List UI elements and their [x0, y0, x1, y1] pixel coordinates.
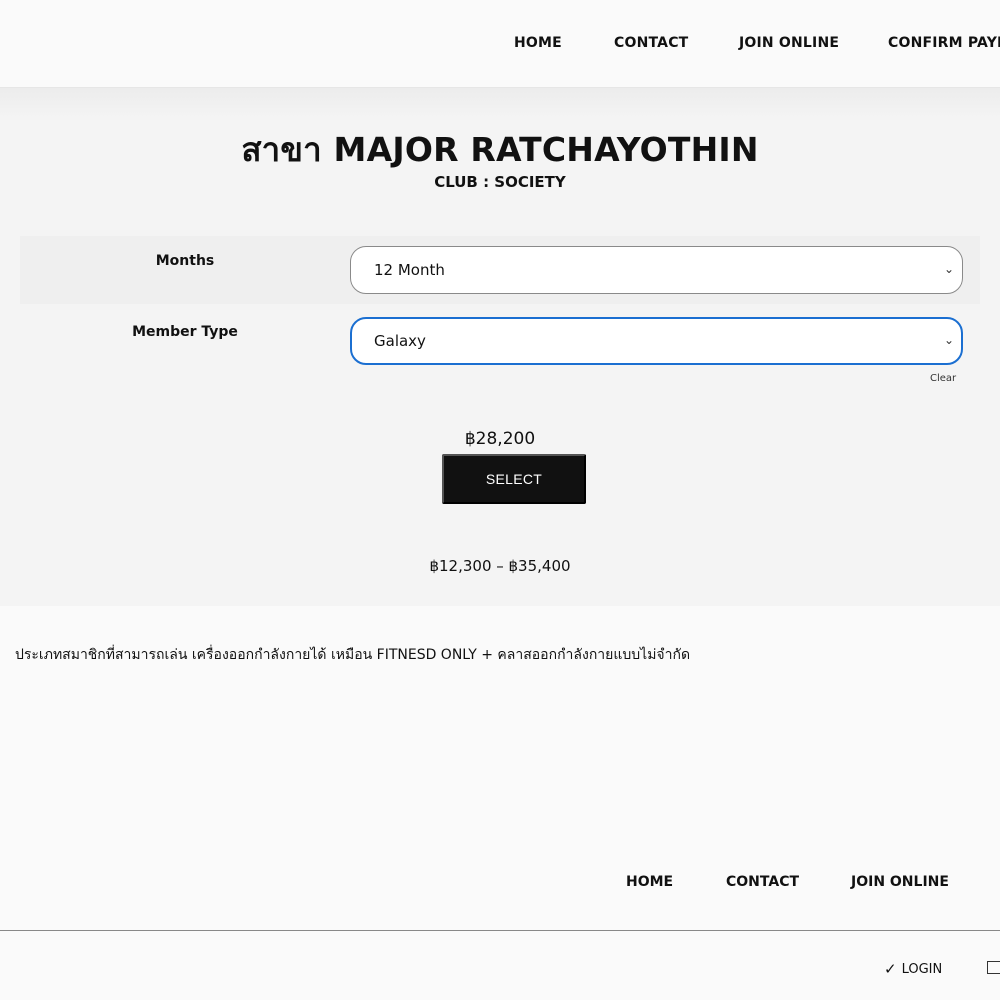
product-description: ประเภทสมาชิกที่สามารถเล่น เครื่องออกกำลั…: [15, 647, 691, 663]
nav-home[interactable]: HOME: [514, 35, 562, 51]
branch-title: สาขา MAJOR RATCHAYOTHIN: [241, 130, 759, 169]
login-label: LOGIN: [901, 961, 943, 977]
top-navigation: HOME CONTACT JOIN ONLINE CONFIRM PAYM: [0, 0, 1000, 88]
nav-contact[interactable]: CONTACT: [614, 35, 688, 51]
member-type-label: Member Type: [132, 324, 238, 340]
member-type-value: Galaxy: [374, 332, 426, 350]
months-label: Months: [155, 253, 215, 269]
footer-nav-home[interactable]: HOME: [626, 874, 673, 890]
footer-nav-join-online[interactable]: JOIN ONLINE: [851, 874, 949, 890]
footer-nav-contact[interactable]: CONTACT: [726, 874, 799, 890]
footer-divider: [0, 930, 1000, 931]
price-range: ฿12,300 – ฿35,400: [429, 557, 571, 575]
selected-price: ฿28,200: [464, 429, 536, 449]
nav-join-online[interactable]: JOIN ONLINE: [739, 35, 839, 51]
select-button[interactable]: SELECT: [442, 454, 586, 504]
member-type-select[interactable]: Galaxy ⌄: [350, 317, 963, 365]
nav-confirm-payment[interactable]: CONFIRM PAYM: [888, 35, 1000, 51]
months-select[interactable]: 12 Month ⌄: [350, 246, 963, 294]
chevron-down-icon: ⌄: [944, 333, 955, 347]
section-shadow: [0, 88, 1000, 118]
clear-link[interactable]: Clear: [930, 373, 956, 384]
club-name: CLUB : SOCIETY: [434, 173, 566, 191]
login-link[interactable]: ✓ LOGIN: [884, 960, 942, 978]
months-value: 12 Month: [374, 261, 445, 279]
register-icon[interactable]: [987, 961, 1000, 974]
check-icon: ✓: [884, 960, 897, 978]
chevron-down-icon: ⌄: [944, 262, 955, 276]
